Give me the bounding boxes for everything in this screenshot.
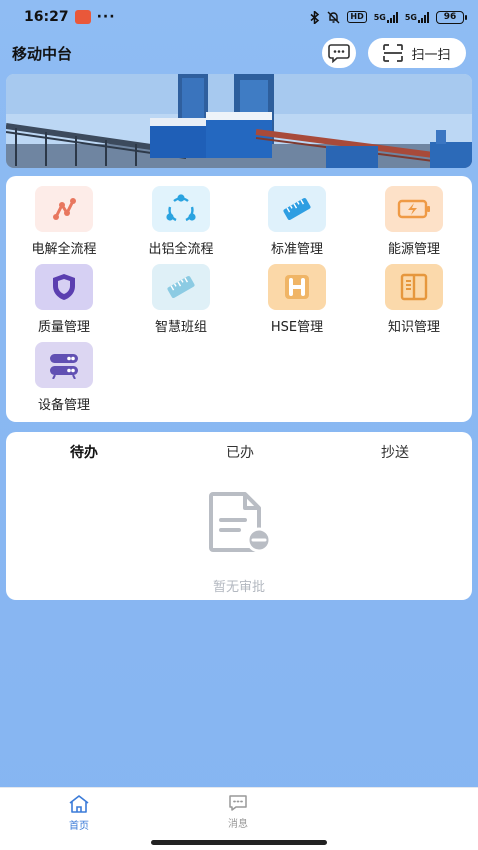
app-label: 出铝全流程 bbox=[148, 242, 214, 257]
app-label: 标准管理 bbox=[270, 242, 323, 257]
tab-cc[interactable]: 抄送 bbox=[355, 442, 435, 462]
scan-label: 扫一扫 bbox=[411, 47, 451, 63]
status-bar: 16:27 ··· HD 5G 5G 96 bbox=[0, 0, 478, 34]
app-device-management[interactable]: 设备管理 bbox=[9, 342, 119, 414]
empty-state-text: 暂无审批 bbox=[212, 580, 265, 595]
message-icon bbox=[229, 795, 247, 811]
app-label: 质量管理 bbox=[37, 320, 90, 335]
route-icon bbox=[35, 186, 93, 232]
app-hse-management[interactable]: HSE管理 bbox=[242, 264, 352, 336]
hse-h-icon bbox=[268, 264, 326, 310]
chat-bubble-icon bbox=[328, 44, 350, 63]
nav-messages[interactable]: 消息 bbox=[198, 794, 278, 830]
scan-icon bbox=[383, 44, 404, 62]
empty-document-icon bbox=[207, 490, 273, 558]
tab-done[interactable]: 已办 bbox=[200, 442, 280, 462]
signal-5g-icon-2: 5G bbox=[405, 11, 429, 23]
battery-bolt-icon bbox=[385, 186, 443, 232]
battery-indicator: 96 bbox=[436, 10, 467, 24]
chat-button[interactable] bbox=[322, 38, 356, 68]
standard-card-icon bbox=[268, 186, 326, 232]
app-energy-management[interactable]: 能源管理 bbox=[359, 186, 469, 258]
hd-badge: HD bbox=[347, 11, 367, 23]
tab-pending[interactable]: 待办 bbox=[44, 442, 124, 462]
app-grid-card: 电解全流程 出铝全流程 标准管理 能源管理 质量管理 智慧班组 HSE管理 知识… bbox=[6, 176, 472, 422]
mute-bell-icon bbox=[327, 11, 340, 24]
scan-button[interactable]: 扫一扫 bbox=[368, 38, 466, 68]
app-header: 移动中台 扫一扫 bbox=[0, 36, 478, 70]
ruler-card-icon bbox=[152, 264, 210, 310]
bluetooth-icon bbox=[310, 10, 320, 24]
home-indicator[interactable] bbox=[151, 840, 327, 845]
nav-home-label: 首页 bbox=[69, 821, 89, 832]
app-label: 设备管理 bbox=[37, 398, 90, 413]
home-icon bbox=[69, 795, 89, 813]
app-standard-management[interactable]: 标准管理 bbox=[242, 186, 352, 258]
app-label: 电解全流程 bbox=[31, 242, 97, 257]
book-icon bbox=[385, 264, 443, 310]
more-notifications-icon: ··· bbox=[96, 9, 116, 25]
app-knowledge-management[interactable]: 知识管理 bbox=[359, 264, 469, 336]
device-rack-icon bbox=[35, 342, 93, 388]
signal-5g-icon: 5G bbox=[374, 11, 398, 23]
app-quality-management[interactable]: 质量管理 bbox=[9, 264, 119, 336]
page-title: 移动中台 bbox=[12, 44, 73, 63]
nav-messages-label: 消息 bbox=[228, 819, 248, 830]
app-label: 智慧班组 bbox=[154, 320, 207, 335]
app-smart-team[interactable]: 智慧班组 bbox=[126, 264, 236, 336]
banner-image[interactable] bbox=[6, 74, 472, 168]
share-flow-icon bbox=[152, 186, 210, 232]
status-time: 16:27 bbox=[24, 9, 69, 25]
app-label: 知识管理 bbox=[387, 320, 440, 335]
app-notification-icon bbox=[74, 10, 91, 24]
app-electrolysis[interactable]: 电解全流程 bbox=[9, 186, 119, 258]
app-label: 能源管理 bbox=[387, 242, 440, 257]
app-label: HSE管理 bbox=[270, 320, 324, 335]
approval-card: 待办 已办 抄送 暂无审批 bbox=[6, 432, 472, 600]
shield-icon bbox=[35, 264, 93, 310]
nav-home[interactable]: 首页 bbox=[39, 794, 119, 832]
app-aluminum-tapping[interactable]: 出铝全流程 bbox=[126, 186, 236, 258]
